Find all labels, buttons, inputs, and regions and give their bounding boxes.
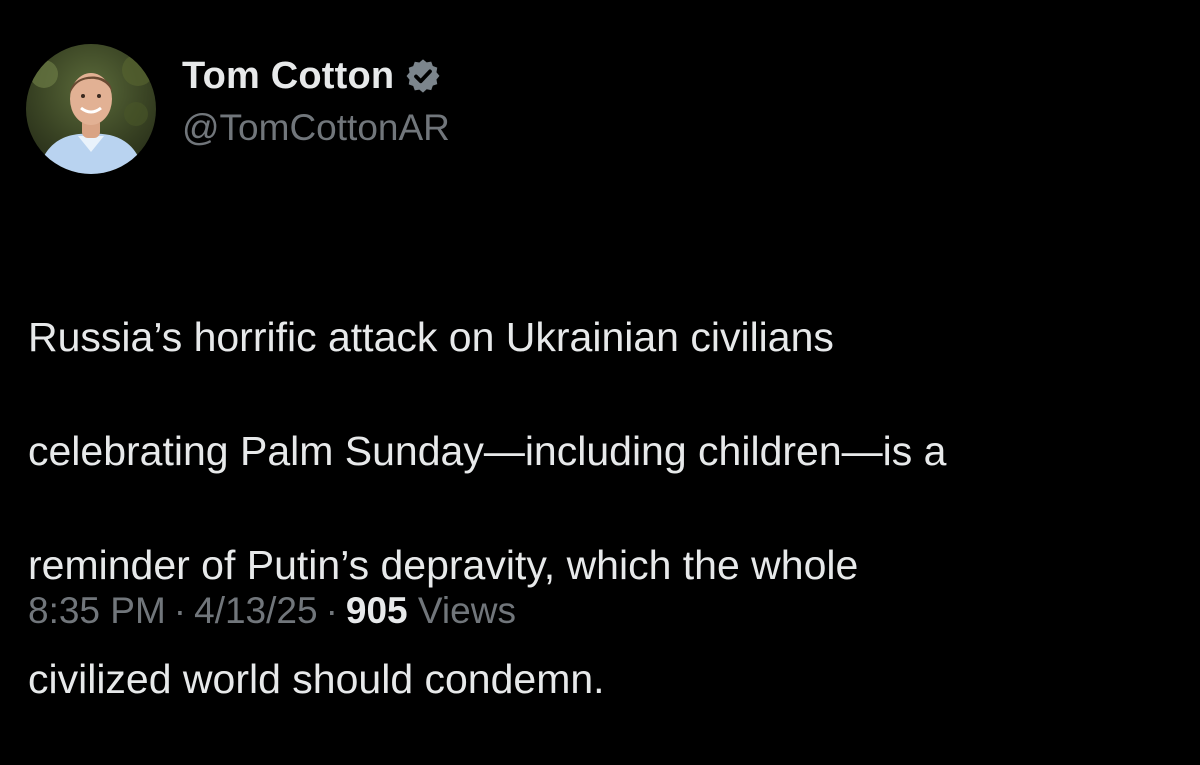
tweet-date[interactable]: 4/13/25 xyxy=(194,590,317,631)
name-row: Tom Cotton xyxy=(182,54,450,98)
meta-separator: · xyxy=(173,590,187,631)
author-identity: Tom Cotton @TomCottonAR xyxy=(182,54,450,150)
tweet-meta: 8:35 PM · 4/13/25 · 905 Views xyxy=(28,588,516,634)
tweet-text-line: reminder of Putin’s depravity, which the… xyxy=(28,542,859,588)
views-label: Views xyxy=(417,590,516,631)
verified-badge-icon[interactable] xyxy=(404,57,442,95)
avatar[interactable] xyxy=(26,44,156,174)
tweet-text-line: civilized world should condemn. xyxy=(28,656,605,702)
author-handle[interactable]: @TomCottonAR xyxy=(182,106,450,150)
avatar-image xyxy=(26,44,156,174)
tweet-card: Tom Cotton @TomCottonAR Russia’s horrifi… xyxy=(0,0,1200,702)
author-display-name[interactable]: Tom Cotton xyxy=(182,54,394,98)
tweet-header: Tom Cotton @TomCottonAR xyxy=(26,44,450,174)
views-count: 905 xyxy=(345,590,408,631)
meta-separator: · xyxy=(325,590,338,631)
tweet-time[interactable]: 8:35 PM xyxy=(28,590,166,631)
tweet-text-line: Russia’s horrific attack on Ukrainian ci… xyxy=(28,314,834,360)
tweet-text-line: celebrating Palm Sunday—including childr… xyxy=(28,428,947,474)
tweet-text: Russia’s horrific attack on Ukrainian ci… xyxy=(28,252,1178,765)
